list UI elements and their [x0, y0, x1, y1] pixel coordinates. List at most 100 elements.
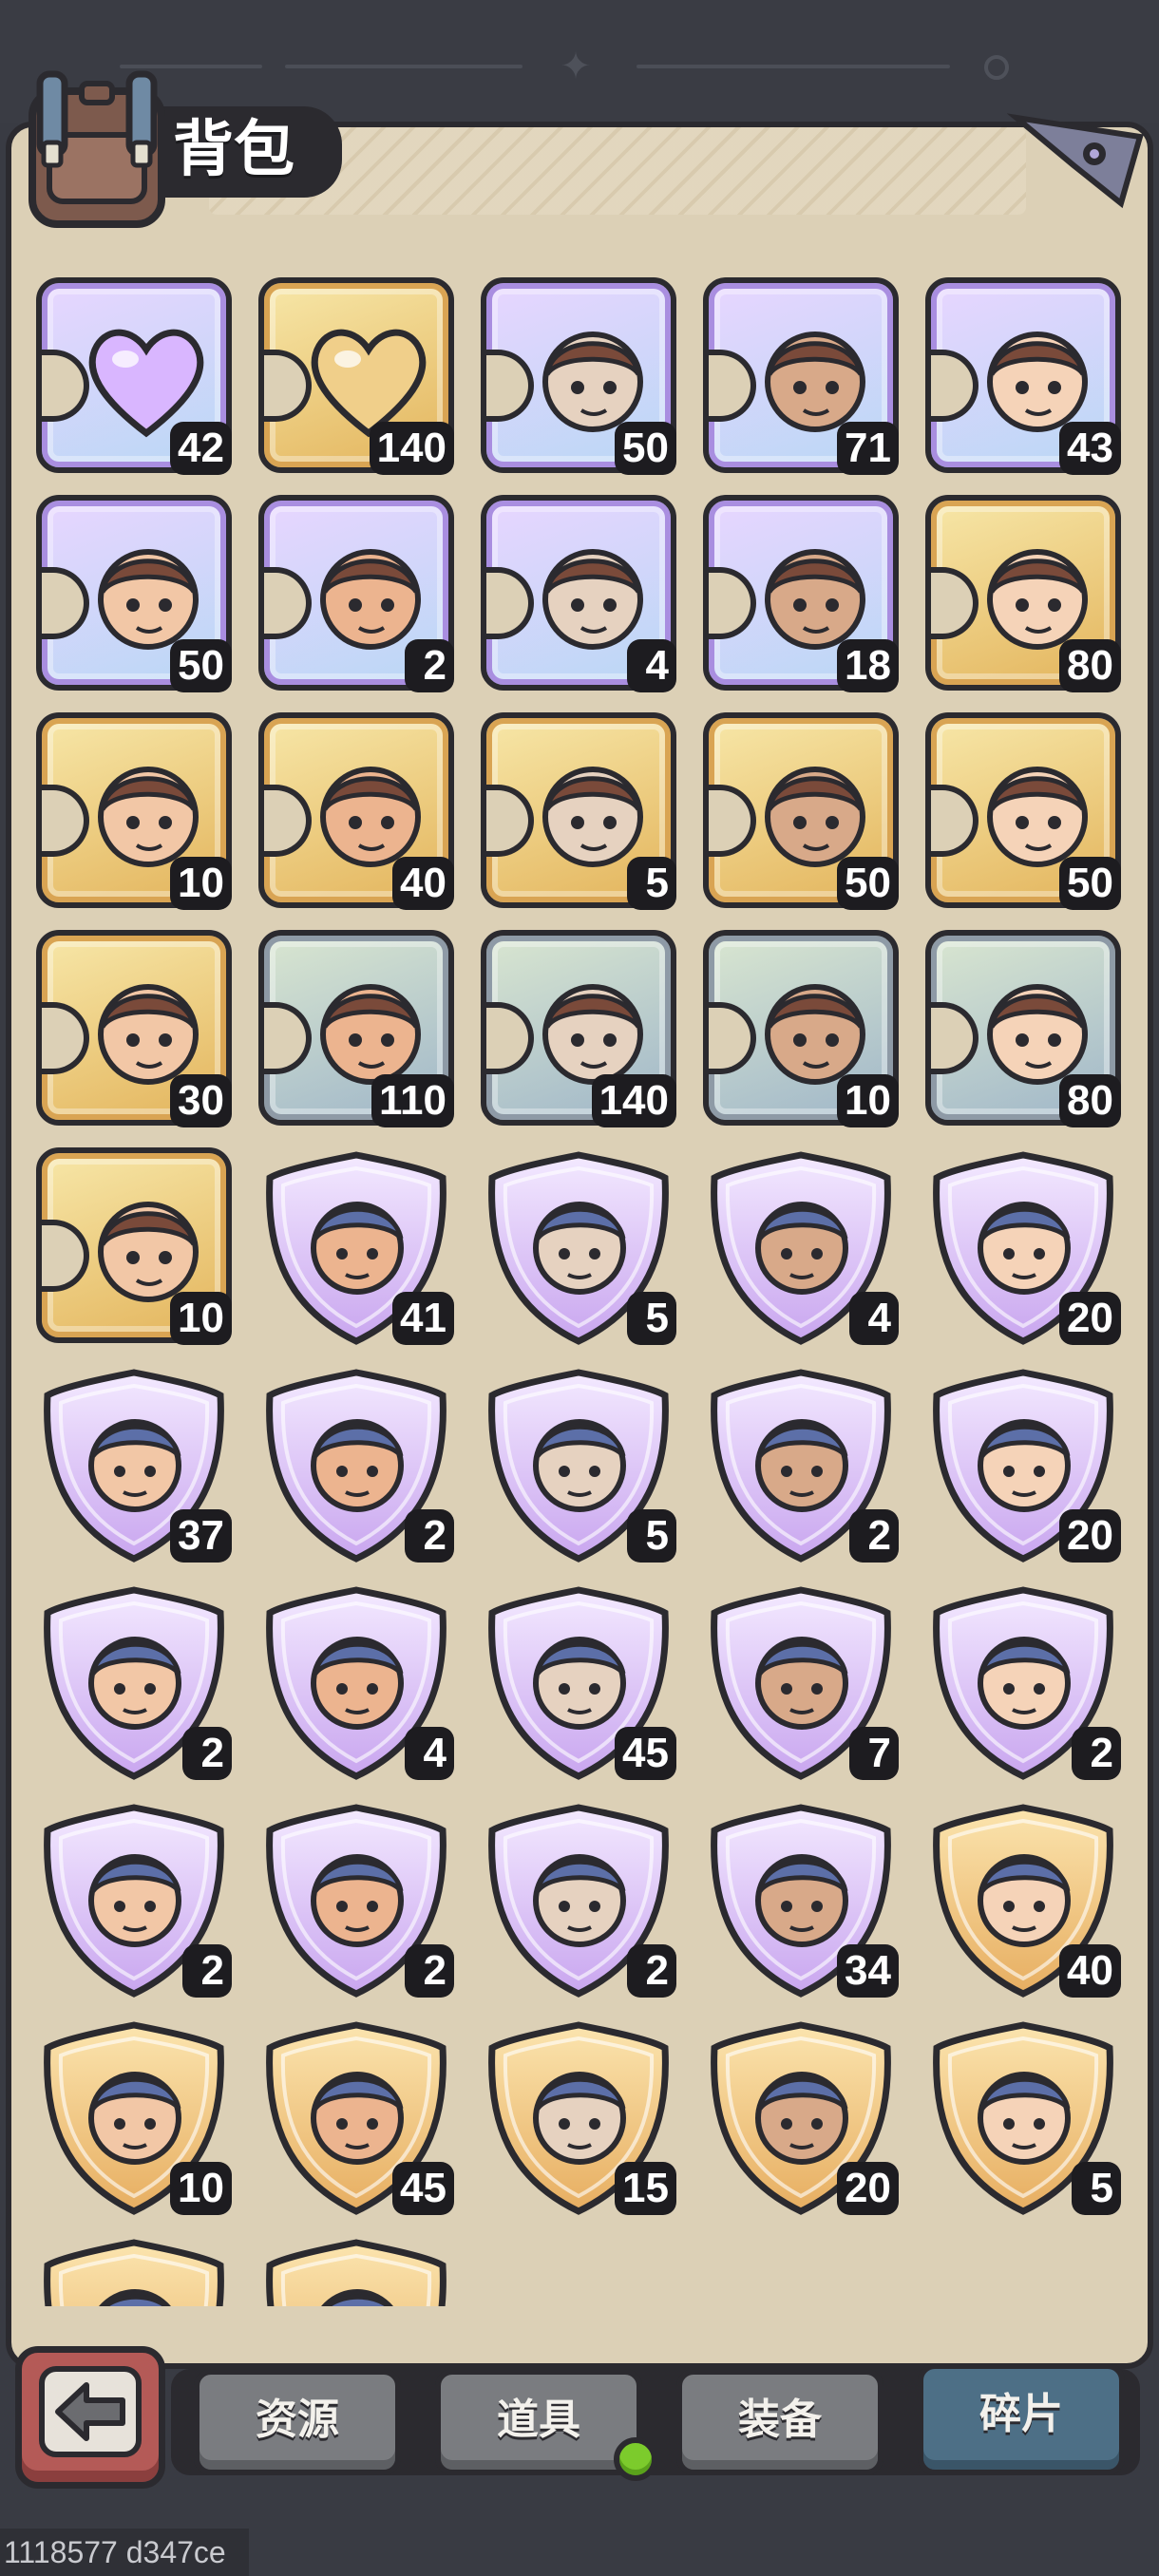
fragment-item[interactable]: 110: [255, 926, 458, 1129]
fragment-count: 2: [182, 1727, 232, 1780]
dreadlock-warrior-icon: [755, 2072, 848, 2165]
fragment-item[interactable]: 10: [32, 2014, 236, 2217]
scarred-warrior-icon: [755, 1419, 848, 1512]
fragment-item[interactable]: 40: [922, 1796, 1125, 1999]
masked-dancer-icon: [88, 1637, 181, 1730]
teal-priestess-icon: [978, 1419, 1071, 1512]
blonde-girl-icon: [533, 1854, 626, 1947]
fragment-grid: 42 140 50 71 43 50 2 4 18 80 10 40 5 50 …: [32, 274, 1134, 2306]
tab-equipment[interactable]: 装备: [676, 2369, 884, 2475]
fragment-count: 5: [627, 1509, 676, 1563]
fragment-item[interactable]: 50: [477, 274, 680, 477]
pink-hair-engineer-icon: [978, 2072, 1071, 2165]
fragment-item[interactable]: 50: [32, 491, 236, 694]
fragment-count: 50: [837, 857, 899, 910]
tab-fragments[interactable]: 碎片: [918, 2363, 1125, 2475]
fragment-count: 20: [837, 2162, 899, 2215]
fragment-count: 45: [392, 2162, 454, 2215]
fragment-item[interactable]: 4: [699, 1144, 902, 1347]
fragment-item[interactable]: 5: [477, 709, 680, 912]
fragment-item[interactable]: 71: [699, 274, 902, 477]
fragment-item[interactable]: 2: [255, 1796, 458, 1999]
fragment-count: 4: [849, 1292, 899, 1345]
fragment-item[interactable]: 42: [32, 274, 236, 477]
fragment-item[interactable]: 5: [477, 1361, 680, 1564]
fragment-item[interactable]: 10: [699, 926, 902, 1129]
fragment-count: 2: [405, 1944, 454, 1998]
fragment-item[interactable]: 45: [477, 1579, 680, 1782]
fragment-item[interactable]: 43: [922, 274, 1125, 477]
goggles-pilot-icon: [755, 1637, 848, 1730]
fragment-item[interactable]: 5: [922, 2014, 1125, 2217]
fragment-item[interactable]: 140: [255, 274, 458, 477]
fragment-item[interactable]: 2: [477, 1796, 680, 1999]
backpack-icon: [28, 70, 165, 228]
fragment-item[interactable]: 80: [922, 926, 1125, 1129]
fragment-count: 71: [837, 422, 899, 475]
fragment-item[interactable]: 50: [699, 709, 902, 912]
fragment-item[interactable]: 18: [699, 491, 902, 694]
blonde-knight-icon: [755, 1202, 848, 1295]
fragment-item[interactable]: 80: [922, 491, 1125, 694]
fragment-item[interactable]: 5: [477, 1144, 680, 1347]
tiger-warrior-icon: [533, 1202, 626, 1295]
fragment-count: 50: [615, 422, 676, 475]
fragment-item[interactable]: 10: [32, 1144, 236, 1347]
fragment-count: 34: [837, 1944, 899, 1998]
fragment-item[interactable]: 4: [255, 1579, 458, 1782]
fragment-item[interactable]: 2: [255, 491, 458, 694]
backpack-screen: ✦ 背包 42 140 50 71 43 50 2 4 18 80 10 40 …: [0, 0, 1159, 2576]
fragment-item[interactable]: 40: [255, 709, 458, 912]
fragment-item[interactable]: 34: [699, 1796, 902, 1999]
fragment-item[interactable]: 45: [255, 2014, 458, 2217]
fragment-item[interactable]: [255, 2231, 458, 2306]
fragment-item[interactable]: 20: [922, 1361, 1125, 1564]
fragment-item[interactable]: 7: [699, 1579, 902, 1782]
fragment-count: 43: [1059, 422, 1121, 475]
star-ornament-icon: ✦: [560, 45, 592, 88]
fragment-item[interactable]: 30: [32, 926, 236, 1129]
fragment-item[interactable]: 41: [255, 1144, 458, 1347]
fragment-item[interactable]: 2: [922, 1579, 1125, 1782]
fragment-count: 45: [615, 1727, 676, 1780]
back-button-face: [39, 2366, 142, 2457]
blue-elf-ranger-icon: [755, 1854, 848, 1947]
fragment-count: 10: [170, 857, 232, 910]
fragment-item[interactable]: 2: [699, 1361, 902, 1564]
golden-knight-icon: [88, 2072, 181, 2165]
blue-hair-rogue-icon: [88, 1854, 181, 1947]
fragment-count: 80: [1059, 1074, 1121, 1127]
fragment-item[interactable]: 10: [32, 709, 236, 912]
back-button[interactable]: [15, 2346, 165, 2489]
fragment-count: 5: [1072, 2162, 1121, 2215]
fragment-count: 50: [170, 639, 232, 692]
fragment-item[interactable]: 2: [32, 1579, 236, 1782]
tab-resources[interactable]: 资源: [194, 2369, 401, 2475]
ring-ornament-icon: [984, 55, 1009, 80]
fragment-item[interactable]: 20: [922, 1144, 1125, 1347]
fragment-item[interactable]: [32, 2231, 236, 2306]
fragment-item[interactable]: 2: [255, 1361, 458, 1564]
build-id-label: 1118577 d347ce: [0, 2529, 249, 2576]
fragment-count: 41: [392, 1292, 454, 1345]
fragment-count: 40: [392, 857, 454, 910]
fragment-item[interactable]: 50: [922, 709, 1125, 912]
red-hair-monocle-lady-icon: [978, 1854, 1071, 1947]
fragment-item[interactable]: 37: [32, 1361, 236, 1564]
fragment-item[interactable]: 2: [32, 1796, 236, 1999]
blue-hair-elf-icon: [533, 1419, 626, 1512]
page-title: 背包: [173, 115, 294, 185]
fragment-item[interactable]: 4: [477, 491, 680, 694]
fragment-count: 2: [627, 1944, 676, 1998]
turban-merchant-icon: [321, 2289, 393, 2306]
red-hair-princess-icon: [311, 1202, 404, 1295]
fragment-item[interactable]: 20: [699, 2014, 902, 2217]
fragment-item[interactable]: 15: [477, 2014, 680, 2217]
tab-items[interactable]: 道具: [435, 2369, 642, 2475]
green-elf-icon: [88, 1419, 181, 1512]
fragment-item[interactable]: 140: [477, 926, 680, 1129]
fragment-count: 15: [615, 2162, 676, 2215]
fragment-count: 10: [170, 1292, 232, 1345]
fragment-count: 140: [591, 1074, 676, 1127]
fragment-count: 5: [627, 1292, 676, 1345]
